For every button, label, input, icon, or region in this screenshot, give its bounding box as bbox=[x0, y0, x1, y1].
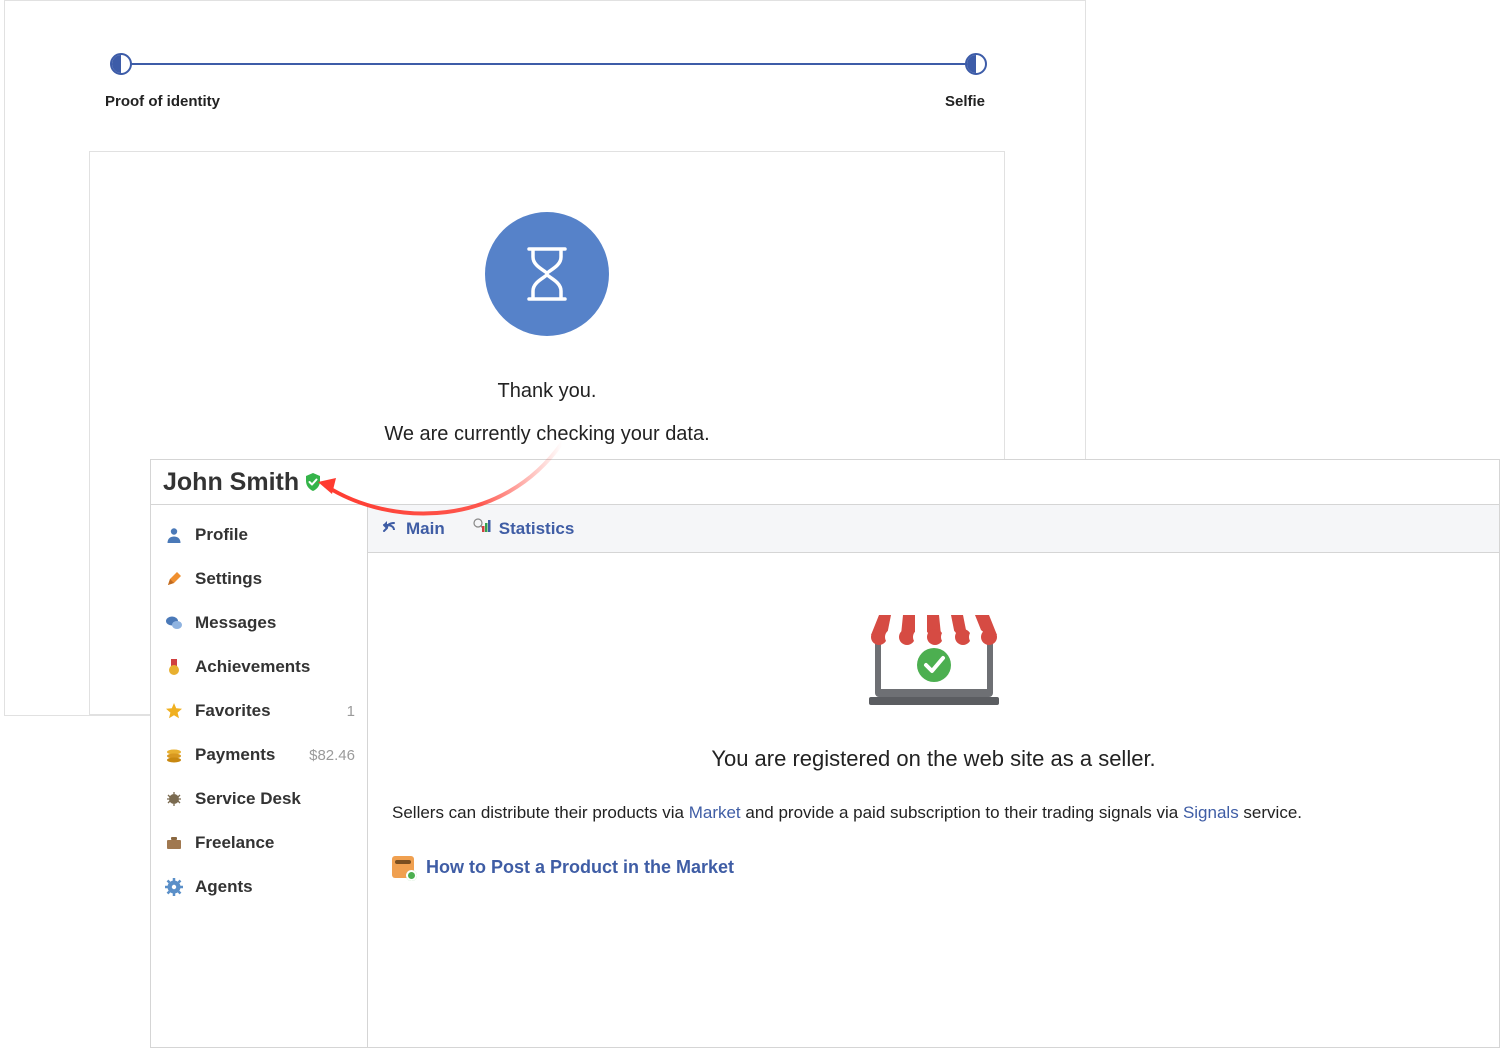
medal-icon bbox=[163, 656, 185, 678]
seller-registered-heading: You are registered on the web site as a … bbox=[388, 746, 1479, 772]
coins-icon bbox=[163, 744, 185, 766]
profile-username: John Smith bbox=[163, 468, 299, 497]
signals-link[interactable]: Signals bbox=[1183, 803, 1239, 822]
tab-label: Main bbox=[406, 519, 445, 539]
verified-shield-icon bbox=[303, 472, 323, 492]
person-icon bbox=[163, 524, 185, 546]
sidebar-item-payments[interactable]: Payments $82.46 bbox=[151, 733, 367, 777]
howto-post-product-link[interactable]: How to Post a Product in the Market bbox=[388, 856, 1479, 878]
step-label-selfie: Selfie bbox=[945, 93, 985, 110]
gear-icon bbox=[163, 876, 185, 898]
profile-tabbar: Main Statistics bbox=[368, 505, 1499, 553]
favorites-count: 1 bbox=[347, 703, 355, 720]
package-add-icon bbox=[392, 856, 414, 878]
howto-label: How to Post a Product in the Market bbox=[426, 857, 734, 878]
pending-title: Thank you. bbox=[90, 380, 1004, 403]
store-icon bbox=[869, 607, 999, 705]
sidebar-item-settings[interactable]: Settings bbox=[151, 557, 367, 601]
seller-main-content: You are registered on the web site as a … bbox=[368, 553, 1499, 1047]
sidebar-item-profile[interactable]: Profile bbox=[151, 513, 367, 557]
tab-label: Statistics bbox=[499, 519, 575, 539]
star-icon bbox=[163, 700, 185, 722]
pencil-icon bbox=[163, 568, 185, 590]
sidebar-item-freelance[interactable]: Freelance bbox=[151, 821, 367, 865]
step-dot-selfie bbox=[965, 53, 987, 75]
sidebar-item-favorites[interactable]: Favorites 1 bbox=[151, 689, 367, 733]
sidebar-item-achievements[interactable]: Achievements bbox=[151, 645, 367, 689]
bar-chart-icon bbox=[473, 518, 491, 539]
chat-icon bbox=[163, 612, 185, 634]
sidebar-item-label: Freelance bbox=[195, 833, 274, 853]
seller-description: Sellers can distribute their products vi… bbox=[388, 800, 1479, 826]
step-label-identity: Proof of identity bbox=[105, 93, 220, 110]
sidebar-item-label: Settings bbox=[195, 569, 262, 589]
verification-stepper bbox=[110, 53, 987, 75]
sidebar-item-label: Service Desk bbox=[195, 789, 301, 809]
payments-balance: $82.46 bbox=[309, 747, 355, 764]
hourglass-icon bbox=[485, 212, 609, 336]
desc-text: service. bbox=[1239, 803, 1302, 822]
market-link[interactable]: Market bbox=[689, 803, 741, 822]
profile-panel: John Smith Profile Settings bbox=[150, 459, 1500, 1048]
briefcase-icon bbox=[163, 832, 185, 854]
desc-text: and provide a paid subscription to their… bbox=[741, 803, 1183, 822]
sidebar-item-label: Favorites bbox=[195, 701, 271, 721]
sidebar-item-messages[interactable]: Messages bbox=[151, 601, 367, 645]
sidebar-item-label: Payments bbox=[195, 745, 275, 765]
step-dot-identity bbox=[110, 53, 132, 75]
profile-header: John Smith bbox=[151, 460, 1499, 505]
desc-text: Sellers can distribute their products vi… bbox=[392, 803, 689, 822]
sidebar-item-label: Agents bbox=[195, 877, 253, 897]
profile-main: Main Statistics bbox=[368, 505, 1499, 1047]
profile-sidebar: Profile Settings Messages Achievements bbox=[151, 505, 368, 1047]
back-arrow-icon bbox=[382, 518, 398, 539]
sidebar-item-service-desk[interactable]: Service Desk bbox=[151, 777, 367, 821]
sidebar-item-agents[interactable]: Agents bbox=[151, 865, 367, 909]
tab-statistics[interactable]: Statistics bbox=[473, 518, 575, 539]
pending-message: We are currently checking your data. bbox=[90, 423, 1004, 446]
bug-icon bbox=[163, 788, 185, 810]
tab-main[interactable]: Main bbox=[382, 518, 445, 539]
sidebar-item-label: Messages bbox=[195, 613, 276, 633]
stepper-line bbox=[120, 63, 977, 65]
sidebar-item-label: Profile bbox=[195, 525, 248, 545]
sidebar-item-label: Achievements bbox=[195, 657, 310, 677]
